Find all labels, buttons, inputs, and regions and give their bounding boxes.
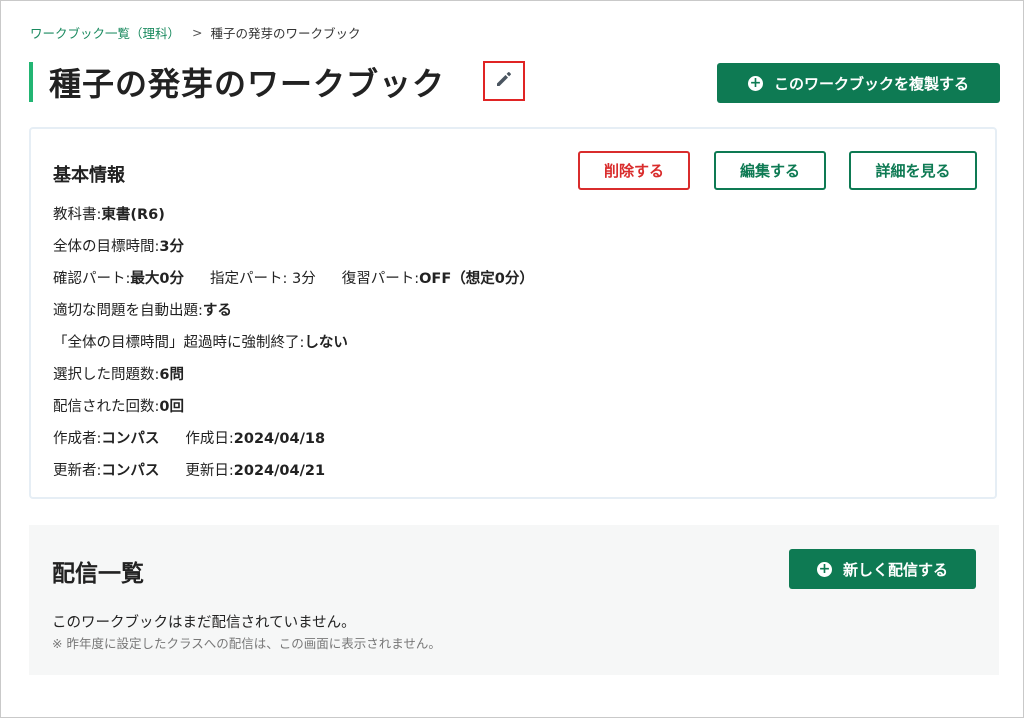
delete-button[interactable]: 削除する [578, 151, 690, 190]
basic-info-title: 基本情報 [53, 165, 125, 186]
info-row-target-time: 全体の目標時間: 3分 [53, 237, 534, 269]
delivered-count-label: 配信された回数: [53, 399, 160, 415]
distribution-section: 配信一覧 このワークブックはまだ配信されていません。 ※ 昨年度に設定したクラス… [29, 525, 999, 675]
target-time-value: 3分 [159, 239, 184, 255]
updater-value: コンパス [101, 463, 160, 479]
duplicate-workbook-button[interactable]: + このワークブックを複製する [717, 63, 1000, 103]
created-date-label: 作成日: [185, 431, 234, 447]
plus-circle-icon: + [747, 75, 763, 91]
info-list: 教科書: 東書(R6) 全体の目標時間: 3分 確認パート: 最大0分 指定パー… [53, 205, 534, 493]
info-row-selected-count: 選択した問題数: 6問 [53, 365, 534, 397]
updated-date-label: 更新日: [185, 463, 234, 479]
new-distribution-button[interactable]: + 新しく配信する [789, 549, 976, 589]
info-row-textbook: 教科書: 東書(R6) [53, 205, 534, 237]
info-row-updated: 更新者: コンパス 更新日: 2024/04/21 [53, 461, 534, 493]
duplicate-workbook-label: このワークブックを複製する [773, 74, 969, 93]
info-row-delivered-count: 配信された回数: 0回 [53, 397, 534, 429]
distribution-note: ※ 昨年度に設定したクラスへの配信は、この画面に表示されません。 [52, 636, 441, 651]
title-row: 種子の発芽のワークブック [29, 61, 445, 103]
review-part-value: OFF（想定0分） [419, 271, 534, 287]
textbook-value: 東書(R6) [101, 207, 165, 223]
delivered-count-value: 0回 [159, 399, 184, 415]
info-row-parts: 確認パート: 最大0分 指定パート: 3分 復習パート: OFF（想定0分） [53, 269, 534, 301]
selected-count-label: 選択した問題数: [53, 367, 160, 383]
breadcrumb-separator: > [192, 25, 203, 40]
selected-count-value: 6問 [159, 367, 184, 383]
target-time-label: 全体の目標時間: [53, 239, 160, 255]
force-end-value: しない [304, 335, 348, 351]
info-row-force-end: 「全体の目標時間」超過時に強制終了: しない [53, 333, 534, 365]
confirm-part-label: 確認パート: [53, 271, 131, 287]
updater-label: 更新者: [53, 463, 102, 479]
breadcrumb-parent-link[interactable]: ワークブック一覧（理科） [30, 23, 180, 42]
breadcrumb: ワークブック一覧（理科） > 種子の発芽のワークブック [30, 23, 361, 42]
distribution-title: 配信一覧 [52, 561, 144, 587]
edit-button[interactable]: 編集する [714, 151, 826, 190]
force-end-label: 「全体の目標時間」超過時に強制終了: [53, 335, 305, 351]
confirm-part-value: 最大0分 [130, 271, 184, 287]
creator-value: コンパス [101, 431, 160, 447]
updated-date-value: 2024/04/21 [233, 463, 326, 479]
distribution-empty-message: このワークブックはまだ配信されていません。 [52, 615, 356, 631]
view-details-button[interactable]: 詳細を見る [849, 151, 977, 190]
title-accent-bar [29, 62, 33, 102]
designated-part-text: 指定パート: 3分 [209, 271, 316, 287]
auto-question-label: 適切な問題を自動出題: [53, 303, 203, 319]
plus-circle-icon: + [816, 561, 832, 577]
basic-info-card: 基本情報 削除する 編集する 詳細を見る 教科書: 東書(R6) 全体の目標時間… [29, 127, 997, 499]
info-row-auto-question: 適切な問題を自動出題: する [53, 301, 534, 333]
page-frame: ワークブック一覧（理科） > 種子の発芽のワークブック 種子の発芽のワークブック… [0, 0, 1024, 718]
edit-title-button[interactable] [483, 61, 525, 101]
review-part-label: 復習パート: [341, 271, 420, 287]
textbook-label: 教科書: [53, 207, 102, 223]
breadcrumb-current: 種子の発芽のワークブック [210, 26, 361, 41]
auto-question-value: する [202, 303, 232, 319]
new-distribution-label: 新しく配信する [842, 560, 948, 579]
pencil-icon [494, 69, 514, 93]
info-row-created: 作成者: コンパス 作成日: 2024/04/18 [53, 429, 534, 461]
creator-label: 作成者: [53, 431, 102, 447]
page-title: 種子の発芽のワークブック [49, 65, 446, 103]
created-date-value: 2024/04/18 [233, 431, 326, 447]
